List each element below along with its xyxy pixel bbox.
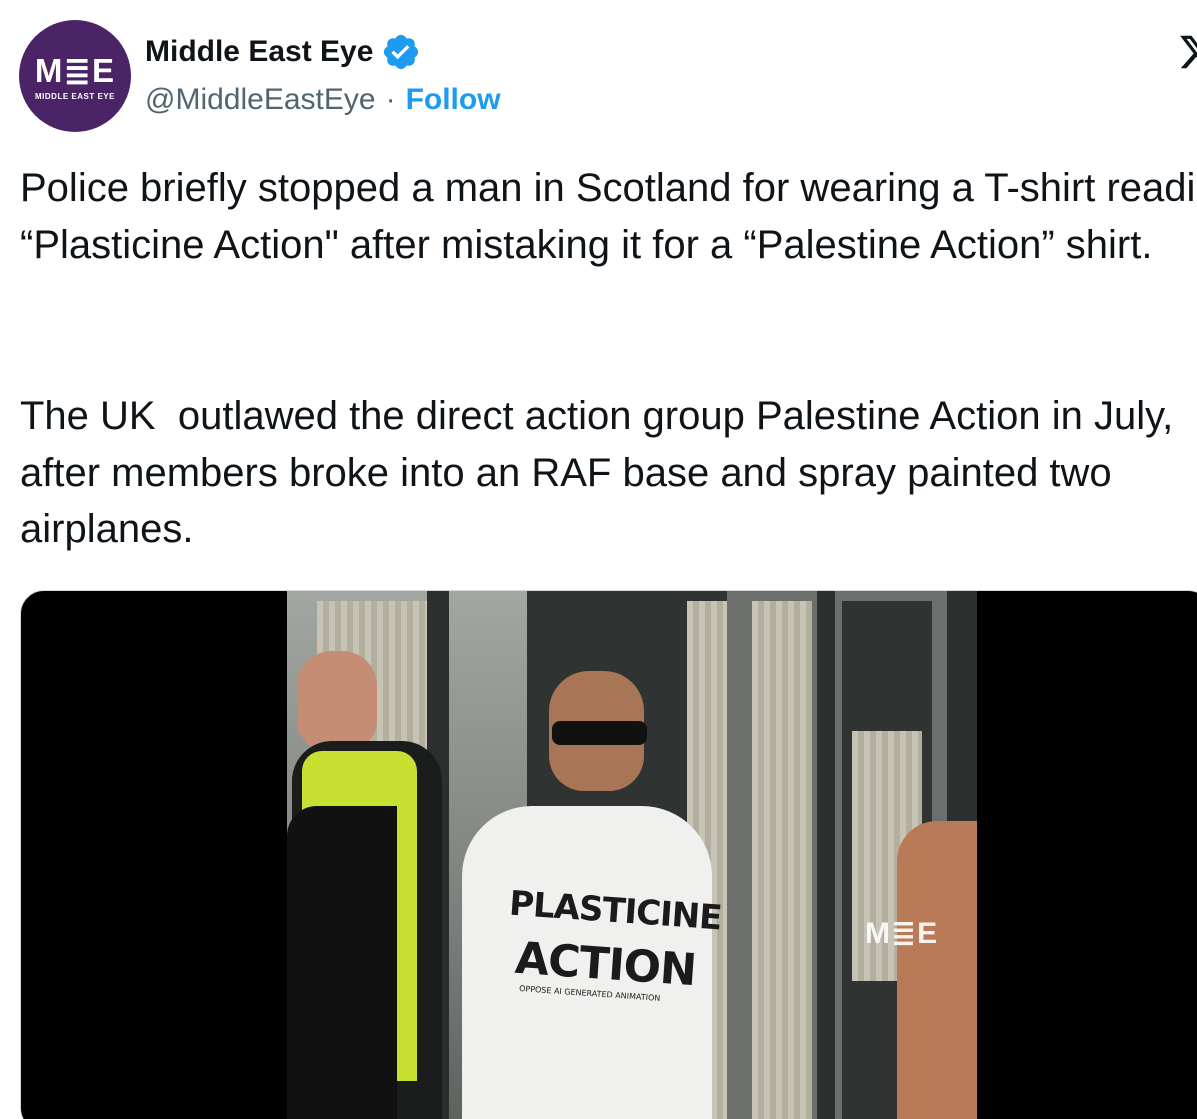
tweet-text-paragraph-2: The UK outlawed the direct action group … <box>20 394 1185 551</box>
author-name-row: Middle East Eye <box>145 32 421 72</box>
video-watermark: M≣E <box>865 917 939 950</box>
building-pillar <box>817 591 835 1119</box>
author-handle[interactable]: @MiddleEastEye <box>145 83 376 117</box>
tweet-text-paragraph-1: Police briefly stopped a man in Scotland… <box>20 166 1197 267</box>
separator-dot: · <box>385 83 396 116</box>
avatar-logo-text: M≣E <box>34 52 116 89</box>
handle-row: @MiddleEastEye · Follow <box>145 80 501 120</box>
follow-button[interactable]: Follow <box>406 83 501 117</box>
sunglasses <box>552 721 647 745</box>
tweet-card: M≣E MIDDLE EAST EYE Middle East Eye @Mid… <box>0 0 1197 1119</box>
avatar[interactable]: M≣E MIDDLE EAST EYE <box>19 20 131 132</box>
video-player[interactable]: PLASTICINE ACTION OPPOSE AI GENERATED AN… <box>20 590 1197 1119</box>
x-logo-icon[interactable] <box>1178 28 1197 76</box>
verified-badge-icon <box>384 34 419 70</box>
avatar-subtext: MIDDLE EAST EYE <box>35 92 115 101</box>
building-window <box>752 601 812 1119</box>
officer-head <box>297 651 377 751</box>
video-frame: PLASTICINE ACTION OPPOSE AI GENERATED AN… <box>287 591 977 1119</box>
bystander <box>897 821 977 1119</box>
author-name[interactable]: Middle East Eye <box>145 35 373 69</box>
person-foreground <box>287 806 397 1119</box>
